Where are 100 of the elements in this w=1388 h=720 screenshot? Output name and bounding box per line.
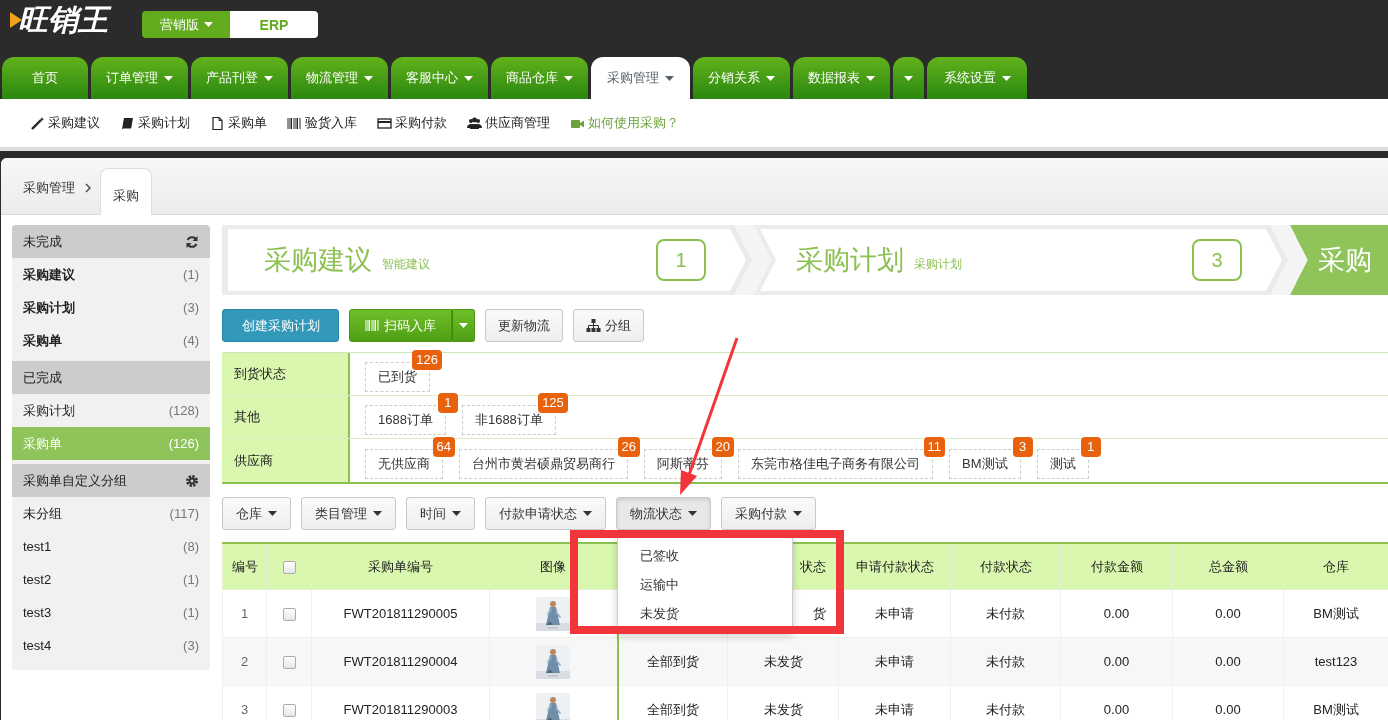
count-badge: 126 — [412, 350, 442, 370]
filter-dropdown[interactable]: 仓库 — [222, 497, 291, 530]
count-badge: 1 — [437, 393, 458, 413]
caret-icon — [583, 511, 592, 516]
caret-icon — [452, 511, 461, 516]
count-badge: 3 — [1012, 436, 1033, 457]
section-title: 采购单自定义分组 — [23, 471, 127, 490]
sidebar-item[interactable]: test1 (8) — [12, 530, 210, 563]
subnav-link[interactable]: 采购计划 — [120, 114, 190, 132]
filter-chip[interactable]: 测试 — [1036, 448, 1089, 479]
table-cell: 1 — [222, 589, 267, 638]
table-cell: 0.00 — [1172, 589, 1284, 638]
step-count: 1 — [656, 239, 706, 281]
file-icon — [210, 115, 225, 131]
filter-dropdown[interactable]: 类目管理 — [301, 497, 396, 530]
caret-icon — [793, 511, 802, 516]
step-subtitle: 采购计划 — [914, 255, 962, 273]
table-cell: 未付款 — [950, 589, 1061, 638]
caret-icon — [203, 22, 213, 27]
subnav-link[interactable]: 采购单 — [210, 114, 267, 132]
section-title: 未完成 — [23, 232, 62, 251]
book-icon — [120, 115, 135, 131]
filter-dropdown[interactable]: 采购付款 — [721, 497, 816, 530]
caret-icon — [268, 511, 277, 516]
count-badge: 11 — [923, 436, 945, 457]
filter-label: 其他 — [222, 396, 350, 438]
checkbox[interactable] — [282, 561, 296, 575]
table-cell: FWT201811290005 — [311, 589, 490, 638]
users-icon — [467, 115, 482, 131]
count-badge: 26 — [617, 436, 640, 457]
action-button[interactable]: 分组 — [573, 309, 644, 342]
count-badge: 20 — [711, 436, 734, 457]
step-count: 3 — [1192, 239, 1242, 281]
table-cell: 全部到货 — [617, 637, 728, 686]
checkbox[interactable] — [282, 656, 296, 670]
sidebar-item[interactable]: 采购建议 (1) — [12, 258, 210, 291]
barcode-icon — [365, 318, 380, 333]
table-cell: 0.00 — [1172, 637, 1284, 686]
table-cell: 0.00 — [1060, 589, 1173, 638]
filter-chip[interactable]: 1688订单 — [365, 405, 446, 435]
column-header: 付款状态 — [950, 543, 1061, 590]
caret-icon — [373, 511, 382, 516]
logo-text: 旺销王 — [18, 0, 114, 41]
sidebar-item[interactable]: test3 (1) — [12, 596, 210, 629]
step-title: 采购 — [1318, 244, 1372, 277]
step-subtitle: 智能建议 — [382, 255, 430, 273]
sitemap-icon — [586, 318, 601, 333]
caret-icon — [688, 511, 697, 516]
filter-dropdown[interactable]: 付款申请状态 — [485, 497, 606, 530]
column-header: 付款金额 — [1060, 543, 1173, 590]
sidebar-item[interactable]: 未分组 (117) — [12, 497, 210, 530]
subnav-link[interactable]: 采购建议 — [30, 114, 100, 132]
filter-label: 到货状态 — [222, 353, 350, 395]
dropdown-toggle[interactable] — [452, 309, 475, 342]
refresh-icon[interactable] — [185, 234, 199, 249]
subnav-link[interactable]: 验货入库 — [287, 114, 357, 132]
action-button[interactable]: 更新物流 — [485, 309, 563, 342]
table-cell: 全部到货 — [617, 685, 728, 720]
caret-icon — [459, 323, 468, 328]
breadcrumb-link[interactable]: 采购管理 — [23, 168, 75, 208]
page-tab[interactable]: 采购 — [100, 168, 152, 215]
column-header: 编号 — [222, 543, 267, 590]
chevron-icon — [85, 183, 92, 193]
column-header: 采购单编号 — [311, 543, 490, 590]
count-badge: 1 — [1080, 436, 1101, 457]
table-cell: 0.00 — [1060, 637, 1173, 686]
section-title: 已完成 — [23, 368, 62, 387]
table-cell: 未付款 — [950, 637, 1061, 686]
step-title: 采购建议 — [264, 244, 372, 277]
filter-dropdown[interactable]: 时间 — [406, 497, 475, 530]
table-cell: FWT201811290004 — [311, 637, 490, 686]
barcode-icon — [287, 115, 302, 131]
count-badge: 64 — [432, 436, 455, 457]
filter-label: 供应商 — [222, 439, 350, 482]
sidebar-item[interactable]: test2 (1) — [12, 563, 210, 596]
table-cell: 2 — [222, 637, 267, 686]
sidebar-item[interactable]: 采购计划 (3) — [12, 291, 210, 324]
settings-icon[interactable] — [185, 473, 199, 488]
column-header: 图像 — [489, 543, 618, 590]
nav-tab[interactable]: 采购管理 — [591, 57, 690, 99]
table-cell: 3 — [222, 685, 267, 720]
nav-tab[interactable] — [893, 57, 924, 99]
count-badge: 125 — [538, 393, 568, 413]
table-cell: test123 — [1283, 637, 1388, 686]
nav-tab[interactable]: 客服中心 — [391, 57, 488, 99]
subnav-link[interactable]: 采购付款 — [377, 114, 447, 132]
filter-dropdown[interactable]: 物流状态 — [616, 497, 711, 530]
subnav-link[interactable]: 供应商管理 — [467, 114, 550, 132]
sidebar-item[interactable]: 采购计划 (128) — [12, 394, 210, 427]
sidebar-item[interactable]: test4 (3) — [12, 629, 210, 662]
column-header: 仓库 — [1283, 543, 1388, 590]
column-header: 总金额 — [1172, 543, 1284, 590]
checkbox[interactable] — [282, 704, 296, 718]
table-cell: 未申请 — [838, 637, 951, 686]
nav-tab[interactable]: 首页 — [2, 57, 88, 99]
step-title: 采购计划 — [796, 244, 904, 277]
checkbox[interactable] — [282, 608, 296, 622]
table-cell: 未发货 — [727, 637, 839, 686]
wand-icon — [30, 115, 45, 131]
sidebar-item[interactable]: 采购单 (4) — [12, 324, 210, 357]
